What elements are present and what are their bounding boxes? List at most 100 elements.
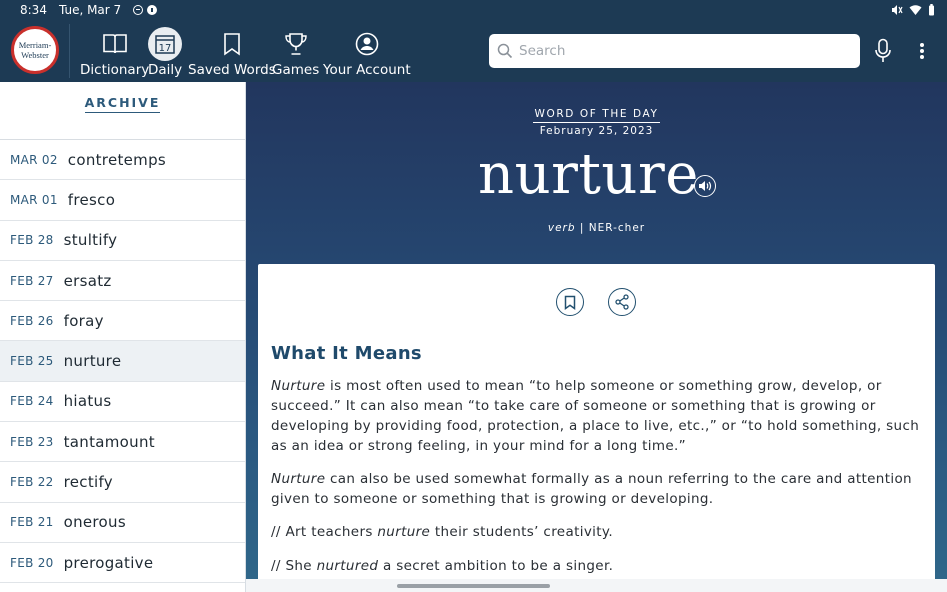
ex1-post: their students’ creativity.	[430, 524, 613, 540]
archive-item-word: onerous	[63, 513, 126, 532]
battery-icon	[929, 4, 934, 16]
home-indicator[interactable]	[397, 584, 550, 588]
archive-item-date: FEB 22	[10, 475, 54, 490]
archive-item-word: contretemps	[67, 150, 167, 169]
section-heading: What It Means	[271, 343, 422, 364]
archive-item-date: FEB 28	[10, 233, 54, 248]
wotd-label: WORD OF THE DAY	[246, 108, 947, 123]
search-icon	[497, 43, 513, 59]
archive-item-date: FEB 21	[10, 515, 54, 530]
app-header: Merriam- Webster Dictionary 17 Daily Sav…	[0, 20, 947, 82]
trophy-icon	[280, 29, 312, 59]
search-input[interactable]	[519, 43, 839, 59]
archive-header: ARCHIVE	[0, 82, 245, 140]
archive-item-word: ersatz	[63, 271, 112, 290]
wifi-icon	[909, 5, 922, 15]
nav-your-account[interactable]: Your Account	[323, 20, 411, 82]
bottom-strip	[246, 579, 947, 592]
ex1-pre: // Art teachers	[271, 524, 378, 540]
logo-line-2: Webster	[21, 50, 49, 60]
nav-daily[interactable]: 17 Daily	[148, 20, 182, 82]
definition-paragraph-2: Nurture can also be used somewhat formal…	[271, 469, 921, 509]
search-box[interactable]	[489, 34, 860, 68]
nav-saved-words-label: Saved Words	[188, 62, 276, 78]
info-icon	[147, 5, 158, 15]
more-vertical-icon	[920, 43, 924, 59]
book-icon	[99, 29, 131, 59]
archive-item-date: MAR 02	[10, 152, 58, 167]
nav-daily-label: Daily	[148, 62, 183, 78]
merriam-webster-logo[interactable]: Merriam- Webster	[11, 26, 59, 74]
p1-text: is most often used to mean “to help some…	[271, 378, 920, 454]
archive-item-word: nurture	[63, 352, 122, 371]
calendar-day: 17	[159, 43, 172, 54]
speaker-icon	[699, 181, 712, 191]
archive-item-word: hiatus	[63, 392, 112, 411]
logo-line-1: Merriam-	[18, 40, 52, 50]
archive-item[interactable]: FEB 24 hiatus	[0, 382, 245, 423]
wotd-pronunciation-line: verb | NER-cher	[246, 222, 947, 234]
ex2-pre: // She	[271, 558, 317, 574]
archive-item-word: tantamount	[63, 432, 155, 451]
archive-item-date: FEB 23	[10, 434, 54, 449]
archive-item[interactable]: FEB 23 tantamount	[0, 422, 245, 463]
wotd-date: February 25, 2023	[539, 125, 654, 137]
nav-games[interactable]: Games	[272, 20, 319, 82]
archive-item-date: FEB 27	[10, 273, 54, 288]
share-button[interactable]	[608, 288, 636, 316]
pronunciation-audio-button[interactable]	[694, 175, 716, 197]
mute-icon	[892, 5, 903, 15]
definition-card: What It Means Nurture is most often used…	[258, 264, 935, 579]
calendar-icon: 17	[148, 27, 183, 61]
p1-word: Nurture	[271, 378, 326, 394]
save-word-button[interactable]	[556, 288, 584, 316]
archive-sidebar: ARCHIVE MAR 02 contretemps MAR 01 fresco…	[0, 82, 246, 592]
microphone-button[interactable]	[871, 36, 895, 66]
example-sentence-2: // She nurtured a secret ambition to be …	[271, 556, 921, 576]
status-date: Tue, Mar 7	[58, 3, 122, 17]
wotd-word: nurture	[478, 142, 699, 207]
pronunciation-separator: |	[579, 222, 585, 234]
status-time: 8:34	[20, 3, 47, 17]
archive-item-word: rectify	[63, 473, 113, 492]
nav-dictionary[interactable]: Dictionary	[80, 20, 149, 82]
archive-item-date: FEB 25	[10, 354, 54, 369]
nav-your-account-label: Your Account	[323, 62, 411, 78]
archive-item-word: stultify	[63, 231, 118, 250]
logo-divider	[69, 24, 70, 78]
archive-item[interactable]: FEB 27 ersatz	[0, 261, 245, 302]
example-sentence-1: // Art teachers nurture their students’ …	[271, 522, 921, 542]
do-not-disturb-icon	[133, 5, 144, 15]
archive-item-date: MAR 01	[10, 192, 58, 207]
card-actions	[556, 288, 636, 316]
microphone-icon	[875, 38, 891, 62]
nav-saved-words[interactable]: Saved Words	[188, 20, 276, 82]
archive-item[interactable]: FEB 20 prerogative	[0, 543, 245, 584]
part-of-speech: verb	[547, 222, 576, 234]
archive-item-date: FEB 26	[10, 313, 54, 328]
archive-item-word: foray	[63, 311, 104, 330]
p2-word: Nurture	[271, 471, 326, 487]
archive-item[interactable]: FEB 28 stultify	[0, 221, 245, 261]
nav-dictionary-label: Dictionary	[80, 62, 150, 78]
archive-item[interactable]: FEB 21 onerous	[0, 503, 245, 543]
ex2-word: nurtured	[316, 558, 379, 574]
p2-text: can also be used somewhat formally as a …	[271, 471, 912, 507]
status-bar: 8:34 Tue, Mar 7	[0, 0, 947, 20]
nav-games-label: Games	[272, 62, 320, 78]
archive-item[interactable]: MAR 01 fresco	[0, 180, 245, 221]
account-icon	[351, 29, 383, 59]
share-icon	[615, 294, 629, 310]
bookmark-icon	[216, 29, 248, 59]
archive-heading: ARCHIVE	[84, 95, 161, 113]
archive-item[interactable]: MAR 02 contretemps	[0, 140, 245, 181]
archive-item-date: FEB 20	[10, 555, 54, 570]
archive-item[interactable]: FEB 22 rectify	[0, 462, 245, 503]
archive-item-selected[interactable]: FEB 25 nurture	[0, 341, 245, 382]
archive-item[interactable]: FEB 26 foray	[0, 301, 245, 342]
definition-paragraph-1: Nurture is most often used to mean “to h…	[271, 376, 921, 456]
pronunciation: NER-cher	[588, 222, 646, 234]
archive-item-word: fresco	[67, 190, 116, 209]
more-options-button[interactable]	[912, 36, 932, 66]
archive-item-word: prerogative	[63, 553, 154, 572]
